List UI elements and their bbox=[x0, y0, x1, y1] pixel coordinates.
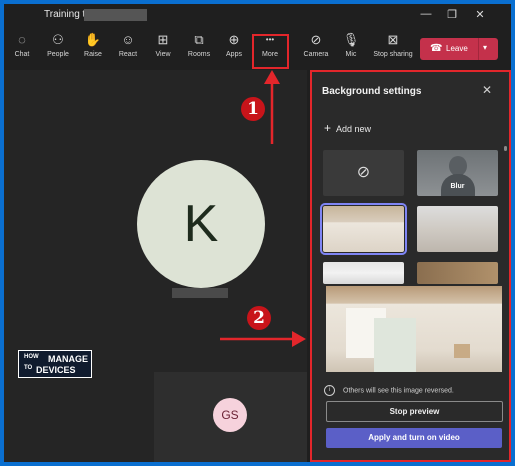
leave-button[interactable]: ☎ Leave ▾ bbox=[420, 38, 498, 60]
leave-divider bbox=[478, 38, 479, 60]
background-image-option[interactable] bbox=[417, 206, 498, 252]
more-highlight-box bbox=[252, 34, 289, 69]
title-bar: Training to — ❐ ✕ bbox=[4, 4, 511, 28]
maximize-icon[interactable]: ❐ bbox=[444, 8, 460, 21]
logo-devices: DEVICES bbox=[36, 365, 76, 375]
hand-icon: ✋ bbox=[84, 32, 102, 47]
info-text: Others will see this image reversed. bbox=[343, 387, 454, 395]
camera-button[interactable]: ⊘ Camera bbox=[300, 32, 332, 58]
people-icon: ⚇ bbox=[52, 32, 64, 47]
logo-how: HOW bbox=[24, 354, 39, 360]
stop-sharing-button[interactable]: ⊠ Stop sharing bbox=[373, 32, 413, 58]
chat-label: Chat bbox=[14, 51, 30, 58]
annotation-marker-1: 1 bbox=[241, 97, 265, 121]
plus-square-icon: ⊕ bbox=[228, 32, 240, 47]
howtomanagedevices-logo: HOW MANAGE TO DEVICES bbox=[18, 350, 92, 378]
preview-chair bbox=[454, 344, 470, 358]
reversed-image-notice: i Others will see this image reversed. bbox=[324, 385, 454, 396]
background-preview bbox=[326, 286, 502, 372]
add-new-label: Add new bbox=[336, 124, 372, 134]
background-settings-panel: Background settings ✕ + Add new ⊘ Blur iO… bbox=[310, 70, 511, 462]
rooms-button[interactable]: ⧉ Rooms bbox=[183, 32, 215, 58]
people-label: People bbox=[47, 51, 69, 58]
people-button[interactable]: ⚇ People bbox=[42, 32, 74, 58]
rooms-label: Rooms bbox=[187, 51, 211, 58]
participant-avatar: GS bbox=[213, 398, 247, 432]
meeting-stage: K HOW MANAGE TO DEVICES GS bbox=[4, 70, 307, 462]
phone-hangup-icon: ☎ bbox=[430, 43, 443, 54]
smile-icon: ☺ bbox=[121, 32, 135, 47]
main-participant-avatar: K bbox=[137, 160, 265, 288]
logo-manage: MANAGE bbox=[48, 354, 88, 364]
background-image-option-selected[interactable] bbox=[320, 203, 407, 255]
info-icon: i bbox=[324, 385, 335, 396]
view-button[interactable]: ⊞ View bbox=[147, 32, 179, 58]
react-button[interactable]: ☺ React bbox=[112, 32, 144, 58]
mic-label: Mic bbox=[345, 51, 357, 58]
close-icon[interactable]: ✕ bbox=[472, 8, 488, 21]
rooms-icon: ⧉ bbox=[194, 32, 204, 47]
minimize-icon[interactable]: — bbox=[418, 8, 434, 20]
raise-button[interactable]: ✋ Raise bbox=[77, 32, 109, 58]
title-redaction bbox=[84, 9, 147, 21]
react-label: React bbox=[118, 51, 138, 58]
preview-person bbox=[374, 318, 416, 372]
participant-tile: GS bbox=[154, 372, 307, 462]
blur-head bbox=[449, 156, 467, 176]
participant-name-redaction bbox=[172, 288, 228, 298]
add-new-button[interactable]: + Add new bbox=[324, 121, 371, 135]
logo-to: TO bbox=[24, 365, 33, 371]
mic-icon: 🎙 bbox=[342, 32, 360, 47]
chevron-down-icon[interactable]: ▾ bbox=[483, 43, 487, 52]
chat-icon: ◌ bbox=[18, 32, 26, 47]
raise-label: Raise bbox=[84, 51, 102, 58]
background-image-option[interactable] bbox=[417, 262, 498, 284]
background-blur-option[interactable]: Blur bbox=[417, 150, 498, 196]
background-none-option[interactable]: ⊘ bbox=[323, 150, 404, 196]
panel-title: Background settings bbox=[322, 86, 422, 97]
mic-button[interactable]: 🎙 Mic bbox=[335, 32, 367, 58]
chat-button[interactable]: ◌ Chat bbox=[6, 32, 38, 58]
close-icon[interactable]: ✕ bbox=[482, 83, 492, 97]
camera-off-icon: ⊘ bbox=[310, 32, 322, 47]
no-background-icon: ⊘ bbox=[356, 164, 371, 181]
apps-label: Apps bbox=[226, 51, 242, 58]
grid-icon: ⊞ bbox=[157, 32, 169, 47]
blur-label: Blur bbox=[450, 183, 465, 190]
leave-label: Leave bbox=[446, 44, 468, 53]
apply-turn-on-video-button[interactable]: Apply and turn on video bbox=[326, 428, 502, 448]
camera-label: Camera bbox=[303, 51, 329, 58]
annotation-marker-2: 2 bbox=[247, 306, 271, 330]
view-label: View bbox=[155, 51, 171, 58]
stop-preview-button[interactable]: Stop preview bbox=[326, 401, 503, 422]
scrollbar-thumb[interactable] bbox=[504, 146, 507, 151]
apps-button[interactable]: ⊕ Apps bbox=[218, 32, 250, 58]
background-image-option[interactable] bbox=[323, 262, 404, 284]
plus-icon: + bbox=[324, 121, 332, 135]
stop-sharing-label: Stop sharing bbox=[373, 51, 413, 58]
teams-window: Training to — ❐ ✕ ◌ Chat ⚇ People ✋ Rais… bbox=[4, 4, 511, 462]
stop-share-icon: ⊠ bbox=[387, 32, 399, 47]
